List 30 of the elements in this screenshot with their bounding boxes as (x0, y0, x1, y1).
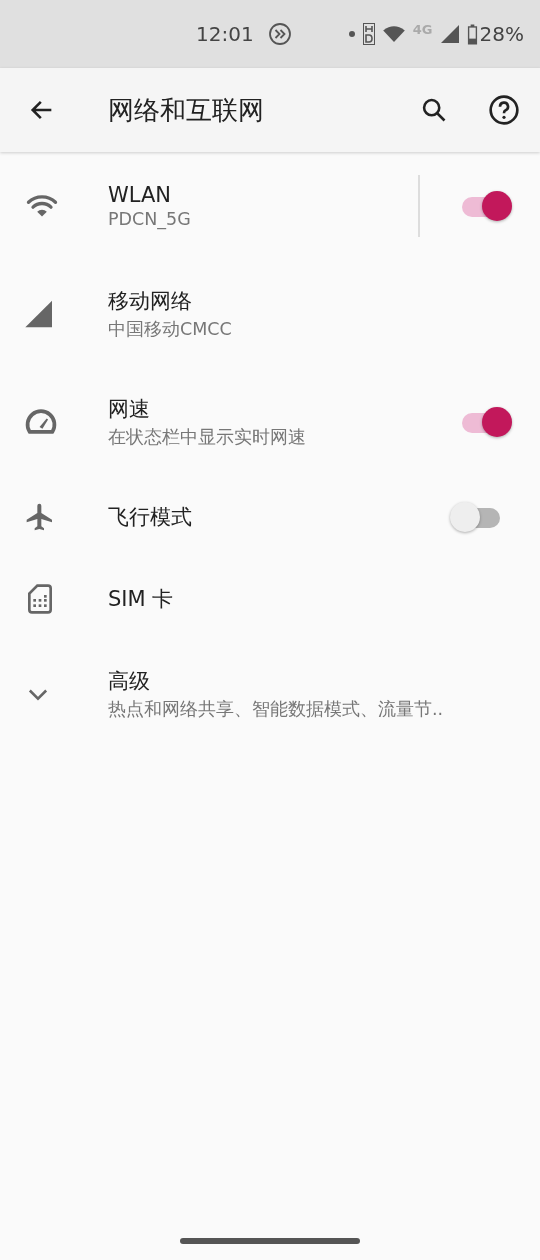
item-title: 飞行模式 (108, 504, 193, 531)
clock: 12:01 (196, 22, 254, 46)
settings-item[interactable]: WLAN PDCN_5G (0, 152, 540, 260)
settings-item[interactable]: 网速 在状态栏中显示实时网速 (0, 368, 540, 476)
battery-percent: 28% (479, 22, 524, 46)
battery-icon (466, 23, 478, 45)
toggle-switch[interactable] (462, 406, 512, 438)
item-title: 网速 (108, 396, 151, 423)
item-summary: PDCN_5G (108, 209, 192, 229)
item-title: WLAN (108, 183, 173, 207)
hd-icon (362, 23, 375, 45)
item-title: SIM 卡 (108, 586, 175, 613)
settings-item[interactable]: 飞行模式 (0, 476, 540, 558)
item-title: 移动网络 (108, 288, 193, 315)
item-summary: 热点和网络共享、智能数据模式、流量节.. (108, 698, 445, 721)
toggle-switch[interactable] (450, 501, 500, 533)
search-icon[interactable] (420, 96, 448, 124)
toggle-switch[interactable] (462, 190, 512, 222)
help-icon[interactable] (488, 94, 520, 126)
fast-forward-circle-icon (267, 22, 292, 46)
page-title: 网络和互联网 (108, 93, 265, 127)
dot-icon (348, 31, 355, 37)
settings-item[interactable]: 移动网络 中国移动CMCC (0, 260, 540, 368)
item-summary: 在状态栏中显示实时网速 (108, 426, 307, 449)
wifi-icon (382, 25, 405, 43)
item-title: 高级 (108, 668, 151, 695)
settings-item[interactable]: 高级 热点和网络共享、智能数据模式、流量节.. (0, 640, 540, 748)
cell-signal-icon (440, 25, 459, 43)
item-summary: 中国移动CMCC (108, 318, 233, 341)
settings-item[interactable]: SIM 卡 (0, 558, 540, 640)
